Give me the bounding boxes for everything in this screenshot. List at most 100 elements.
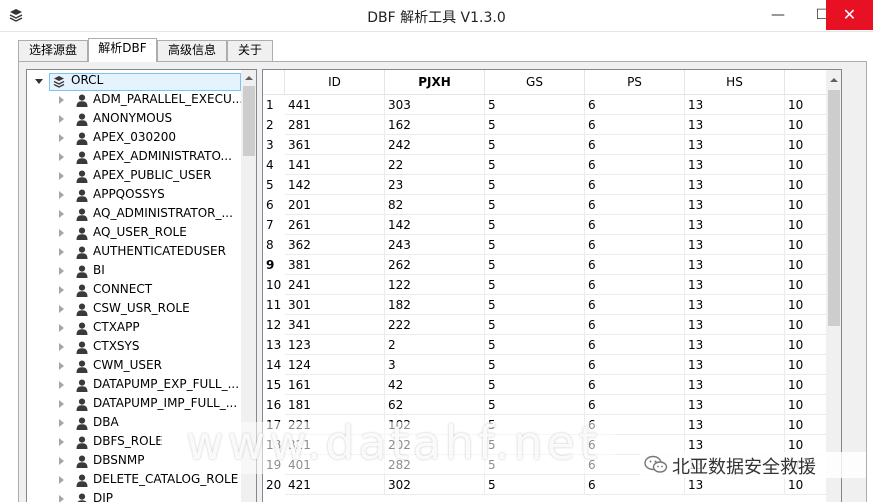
grid-cell[interactable]: 122	[385, 275, 485, 295]
grid-cell[interactable]: 13	[685, 215, 785, 235]
grid-cell[interactable]: 13	[685, 115, 785, 135]
row-number[interactable]: 1	[263, 95, 285, 115]
column-header[interactable]: PS	[585, 70, 685, 95]
column-header[interactable]: ID	[285, 70, 385, 95]
grid-cell[interactable]: 162	[385, 115, 485, 135]
grid-cell[interactable]: 6	[585, 475, 685, 495]
collapse-arrow-icon[interactable]	[59, 248, 64, 256]
grid-cell[interactable]: 161	[285, 375, 385, 395]
row-number[interactable]: 13	[263, 335, 285, 355]
grid-cell[interactable]: 5	[485, 95, 585, 115]
row-number[interactable]: 6	[263, 195, 285, 215]
grid-cell[interactable]: 10	[785, 395, 827, 415]
collapse-arrow-icon[interactable]	[59, 229, 64, 237]
grid-scroll-thumb[interactable]	[828, 90, 840, 326]
grid-cell[interactable]: 23	[385, 175, 485, 195]
grid-cell[interactable]: 10	[785, 355, 827, 375]
collapse-arrow-icon[interactable]	[59, 305, 64, 313]
tree-item[interactable]: DATAPUMP_IMP_FULL_...	[27, 395, 242, 414]
row-number[interactable]: 2	[263, 115, 285, 135]
grid-cell[interactable]: 6	[585, 115, 685, 135]
close-button[interactable]: ✕	[826, 0, 873, 30]
grid-cell[interactable]: 10	[785, 195, 827, 215]
grid-cell[interactable]: 10	[785, 115, 827, 135]
grid-cell[interactable]: 6	[585, 235, 685, 255]
row-number[interactable]: 16	[263, 395, 285, 415]
row-number[interactable]: 7	[263, 215, 285, 235]
grid-cell[interactable]: 301	[285, 295, 385, 315]
column-header[interactable]: GS	[485, 70, 585, 95]
tree-item[interactable]: CTXSYS	[27, 338, 242, 357]
grid-cell[interactable]: 341	[285, 315, 385, 335]
row-number[interactable]: 3	[263, 135, 285, 155]
collapse-arrow-icon[interactable]	[59, 438, 64, 446]
grid-cell[interactable]: 5	[485, 175, 585, 195]
collapse-arrow-icon[interactable]	[59, 172, 64, 180]
tree-item[interactable]: DATAPUMP_EXP_FULL_...	[27, 376, 242, 395]
grid-cell[interactable]: 13	[685, 155, 785, 175]
tree-item[interactable]: CONNECT	[27, 281, 242, 300]
collapse-arrow-icon[interactable]	[59, 324, 64, 332]
grid-cell[interactable]: 13	[685, 415, 785, 435]
grid-cell[interactable]: 10	[785, 95, 827, 115]
tree-item[interactable]: BI	[27, 262, 242, 281]
row-number[interactable]: 20	[263, 475, 285, 495]
grid-cell[interactable]: 123	[285, 335, 385, 355]
grid-cell[interactable]: 6	[585, 215, 685, 235]
tab-select-source[interactable]: 选择源盘	[18, 40, 88, 61]
row-number[interactable]: 8	[263, 235, 285, 255]
grid-cell[interactable]: 421	[285, 475, 385, 495]
grid-cell[interactable]: 10	[785, 315, 827, 335]
tree-item[interactable]: DIP	[27, 490, 242, 502]
grid-cell[interactable]: 261	[285, 215, 385, 235]
grid-cell[interactable]: 6	[585, 135, 685, 155]
grid-cell[interactable]: 241	[285, 275, 385, 295]
row-number[interactable]: 9	[263, 255, 285, 275]
column-header[interactable]	[785, 70, 827, 95]
tree-item[interactable]: APEX_PUBLIC_USER	[27, 167, 242, 186]
grid-cell[interactable]: 362	[285, 235, 385, 255]
tab-advanced-info[interactable]: 高级信息	[157, 40, 227, 61]
grid-cell[interactable]: 6	[585, 275, 685, 295]
grid-cell[interactable]: 6	[585, 335, 685, 355]
grid-cell[interactable]: 242	[385, 135, 485, 155]
tree-item[interactable]: APEX_ADMINISTRATO...	[27, 148, 242, 167]
tree-scroll-thumb[interactable]	[243, 86, 255, 156]
collapse-arrow-icon[interactable]	[59, 381, 64, 389]
column-header[interactable]: PJXH	[385, 70, 485, 95]
grid-cell[interactable]: 5	[485, 375, 585, 395]
grid-cell[interactable]: 13	[685, 375, 785, 395]
grid-cell[interactable]: 6	[585, 395, 685, 415]
grid-cell[interactable]: 142	[285, 175, 385, 195]
grid-cell[interactable]: 5	[485, 355, 585, 375]
row-number[interactable]: 14	[263, 355, 285, 375]
tree-item[interactable]: AUTHENTICATEDUSER	[27, 243, 242, 262]
collapse-arrow-icon[interactable]	[59, 476, 64, 484]
grid-cell[interactable]: 6	[585, 155, 685, 175]
tab-about[interactable]: 关于	[227, 40, 273, 61]
grid-cell[interactable]: 361	[285, 135, 385, 155]
grid-cell[interactable]: 5	[485, 115, 585, 135]
grid-cell[interactable]: 142	[385, 215, 485, 235]
grid-cell[interactable]: 42	[385, 375, 485, 395]
expand-arrow-icon[interactable]	[35, 79, 43, 88]
grid-cell[interactable]: 5	[485, 275, 585, 295]
collapse-arrow-icon[interactable]	[59, 96, 64, 104]
tree-item[interactable]: CSW_USR_ROLE	[27, 300, 242, 319]
tree-item[interactable]: AQ_USER_ROLE	[27, 224, 242, 243]
grid-cell[interactable]: 281	[285, 115, 385, 135]
tab-parse-dbf[interactable]: 解析DBF	[88, 38, 157, 62]
grid-cell[interactable]: 381	[285, 255, 385, 275]
grid-cell[interactable]: 22	[385, 155, 485, 175]
grid-cell[interactable]: 222	[385, 315, 485, 335]
grid-cell[interactable]: 10	[785, 155, 827, 175]
collapse-arrow-icon[interactable]	[59, 419, 64, 427]
collapse-arrow-icon[interactable]	[59, 286, 64, 294]
grid-cell[interactable]: 5	[485, 135, 585, 155]
grid-cell[interactable]: 13	[685, 335, 785, 355]
grid-cell[interactable]: 6	[585, 315, 685, 335]
grid-cell[interactable]: 6	[585, 175, 685, 195]
collapse-arrow-icon[interactable]	[59, 495, 64, 502]
grid-cell[interactable]: 5	[485, 215, 585, 235]
grid-cell[interactable]: 6	[585, 295, 685, 315]
